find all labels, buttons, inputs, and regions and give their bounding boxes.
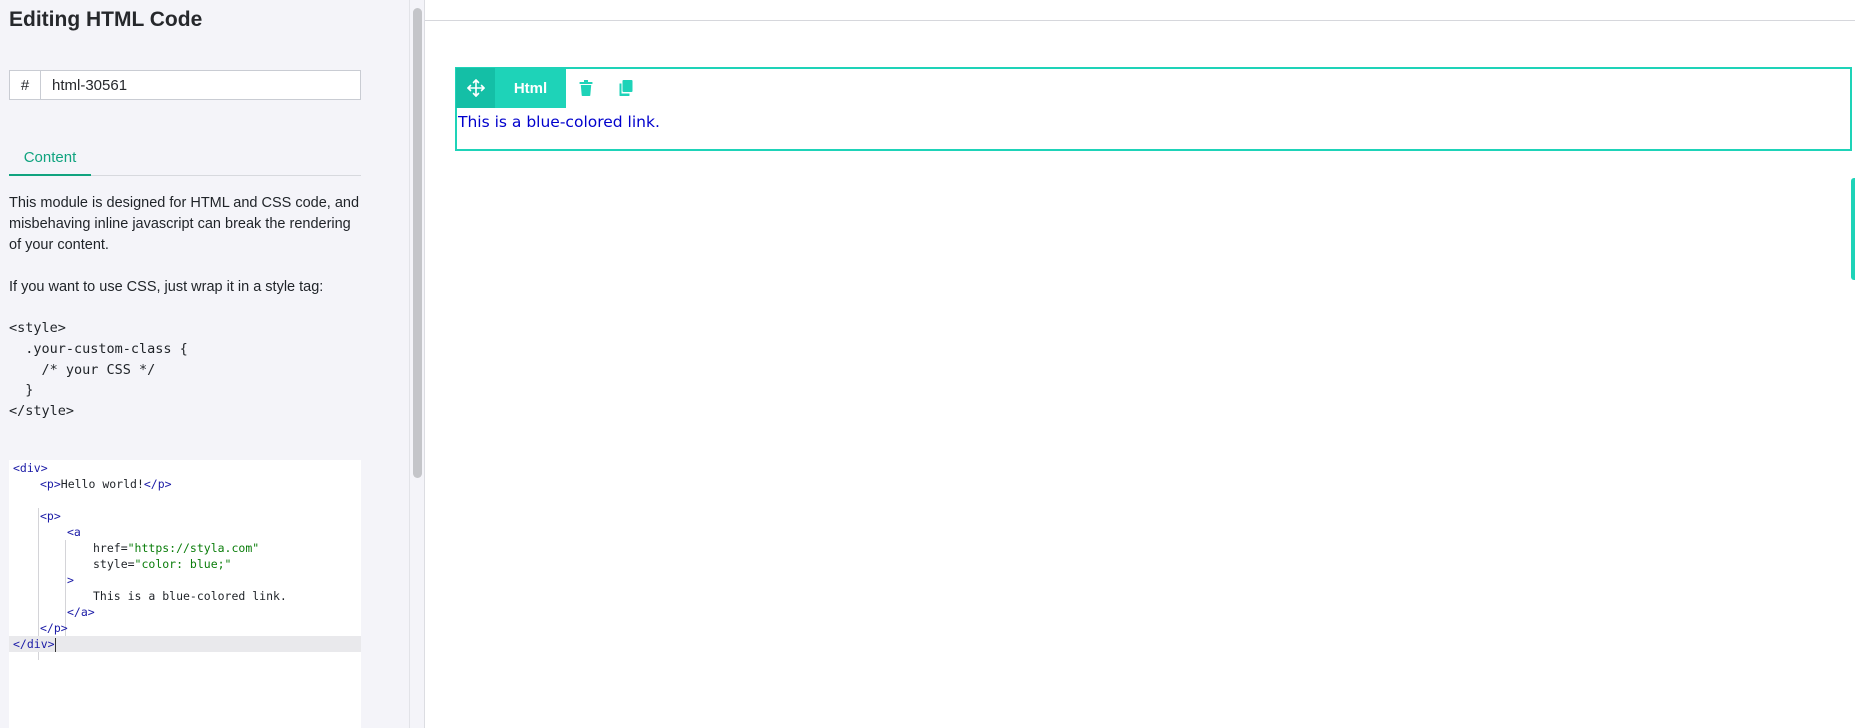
html-module[interactable]: Html This is a blue-colored link. (455, 67, 1852, 151)
canvas-side-handle[interactable] (1851, 178, 1855, 280)
code-line-active: </div> (9, 636, 361, 652)
help-paragraph: This module is designed for HTML and CSS… (9, 195, 360, 253)
snippet-line: } (9, 382, 34, 399)
module-id-field: # (9, 70, 361, 100)
page-canvas: Html This is a blue-colored link. (424, 0, 1855, 728)
panel-scrollbar[interactable] (409, 0, 424, 728)
help-paragraph: If you want to use CSS, just wrap it in … (9, 279, 324, 295)
copy-icon (619, 80, 633, 96)
code-line: </p> (40, 621, 68, 635)
tab-content[interactable]: Content (9, 140, 91, 176)
id-prefix: # (10, 71, 41, 99)
module-id-input[interactable] (41, 71, 360, 99)
module-toolbar: Html (456, 68, 646, 108)
snippet-line: /* your CSS */ (9, 361, 156, 378)
move-handle[interactable] (456, 68, 495, 108)
trash-icon (579, 80, 593, 96)
code-line: style="color: blue;" (93, 557, 232, 571)
help-text: This module is designed for HTML and CSS… (9, 193, 361, 298)
code-line: </a> (67, 605, 95, 619)
module-type-label: Html (495, 68, 566, 108)
panel-tabs: Content (9, 140, 361, 176)
code-line: This is a blue-colored link. (93, 589, 287, 603)
canvas-top-bar (425, 0, 1855, 21)
text-cursor (54, 637, 56, 652)
editor-panel: Editing HTML Code # Content This module … (0, 0, 409, 728)
snippet-line: </style> (9, 403, 75, 420)
move-icon (466, 79, 485, 97)
delete-button[interactable] (566, 68, 606, 108)
panel-title: Editing HTML Code (9, 8, 203, 31)
duplicate-button[interactable] (606, 68, 646, 108)
code-editor[interactable]: <div> <p>Hello world!</p> <p> <a href="h… (9, 460, 361, 728)
code-line: <p>Hello world!</p> (40, 477, 172, 491)
scrollbar-thumb[interactable] (413, 8, 422, 478)
snippet-line: <style> (9, 320, 66, 336)
module-link[interactable]: This is a blue-colored link. (458, 113, 660, 131)
code-line: <p> (40, 509, 61, 523)
code-line: <div> (13, 461, 48, 475)
code-line: <a (67, 525, 81, 539)
code-line: > (67, 573, 74, 587)
code-line: href="https://styla.com" (93, 541, 260, 555)
snippet-line: .your-custom-class { (9, 340, 188, 357)
css-snippet: <style> .your-custom-class { /* your CSS… (9, 318, 188, 422)
